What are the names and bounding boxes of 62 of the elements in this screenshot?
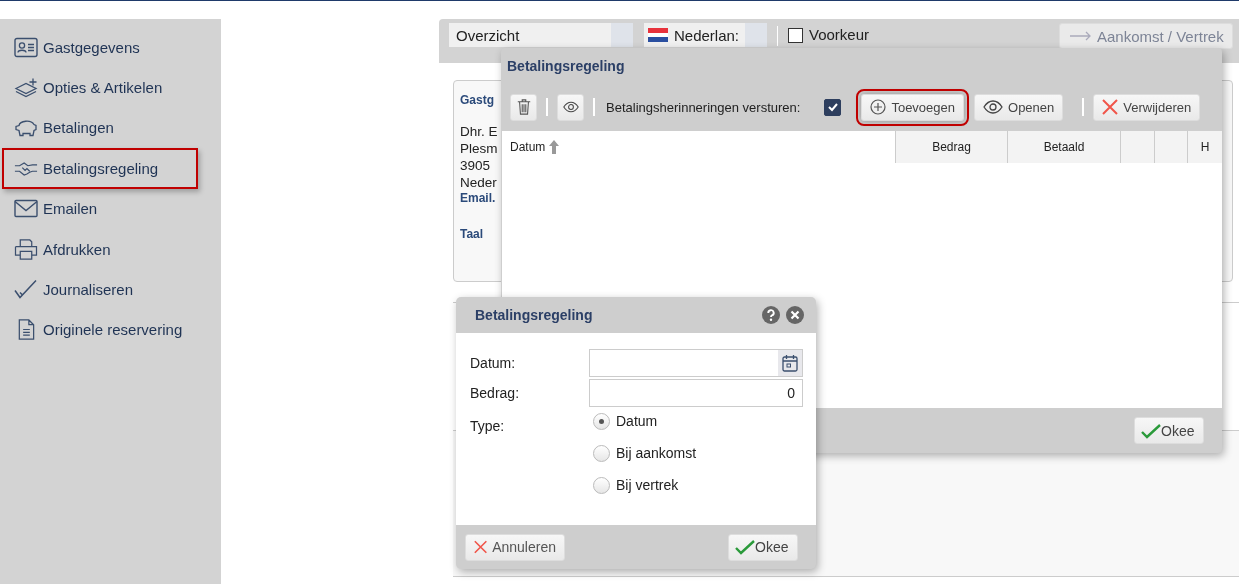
close-icon: [474, 539, 488, 555]
close-icon: [1102, 99, 1119, 115]
calendar-button[interactable]: [778, 350, 802, 376]
email-label: Email.: [460, 191, 496, 205]
close-icon[interactable]: [786, 306, 804, 324]
column-header[interactable]: Betaald: [1007, 131, 1120, 163]
flag-icon: [648, 28, 668, 42]
checkmark-icon: [735, 539, 755, 555]
ok-button[interactable]: Okee: [1134, 417, 1204, 444]
dialog-title: Betalingsregeling: [475, 307, 593, 323]
reminders-checkbox[interactable]: [824, 98, 842, 116]
sidebar-item[interactable]: Betalingen: [2, 107, 198, 149]
checkmark-icon: [1141, 422, 1161, 439]
sidebar-item[interactable]: Opties & Artikelen: [2, 67, 198, 108]
radio-option[interactable]: Bij vertrek: [593, 476, 697, 494]
delete-button[interactable]: Verwijderen: [1093, 93, 1201, 121]
calendar-icon: [782, 354, 798, 372]
radio-option[interactable]: Bij aankomst: [593, 444, 697, 462]
checkmark-icon: [826, 101, 839, 113]
sort-arrow-icon: [549, 140, 560, 154]
trash-icon: [515, 99, 532, 115]
card-heading: Gastg: [460, 93, 494, 107]
type-label: Type:: [470, 417, 506, 436]
address-line: Plesm: [460, 140, 498, 157]
address-line: 3905: [460, 157, 491, 174]
column-header[interactable]: Bedrag: [895, 131, 1007, 163]
date-field[interactable]: [589, 349, 803, 377]
sidebar-item[interactable]: Originele reservering: [2, 309, 198, 351]
id-card-icon: [14, 36, 38, 58]
preference-label: Voorkeur: [809, 26, 870, 43]
language-select[interactable]: Nederlan:: [644, 23, 767, 47]
layers-plus-icon: [14, 77, 38, 99]
eye-icon: [983, 100, 1004, 114]
plus-circle-icon: [870, 99, 887, 115]
column-header[interactable]: H: [1187, 131, 1222, 163]
printer-icon: [14, 238, 38, 260]
double-check-icon: [14, 279, 38, 301]
date-label: Datum:: [470, 355, 517, 371]
help-icon[interactable]: [762, 306, 780, 324]
sidebar-item[interactable]: Betalingsregeling: [2, 148, 198, 189]
sidebar-item[interactable]: Afdrukken: [2, 228, 198, 270]
ok-button[interactable]: Okee: [728, 533, 798, 561]
preference-checkbox[interactable]: [788, 28, 803, 43]
radio-option[interactable]: Datum: [593, 412, 697, 430]
amount-label: Bedrag:: [470, 385, 521, 401]
arrow-right-icon: [1070, 31, 1092, 41]
address-line: Dhr. E: [460, 123, 498, 140]
cancel-button[interactable]: Annuleren: [465, 533, 565, 561]
open-button[interactable]: Openen: [974, 93, 1064, 121]
view-select[interactable]: Overzicht: [449, 23, 633, 47]
view-button[interactable]: [557, 93, 584, 121]
language-label: Taal: [460, 227, 484, 241]
address-line: Neder: [460, 174, 497, 191]
delete-button[interactable]: [510, 93, 537, 121]
amount-field[interactable]: 0: [589, 379, 803, 407]
reminders-label: Betalingsherinneringen versturen:: [606, 99, 801, 115]
eye-icon: [562, 99, 579, 115]
sidebar-item[interactable]: Journaliseren: [2, 269, 198, 310]
sidebar-item[interactable]: Emailen: [2, 188, 198, 229]
envelope-icon: [14, 198, 38, 220]
sidebar-item[interactable]: Gastgegevens: [2, 27, 198, 68]
dialog-title: Betalingsregeling: [507, 57, 625, 74]
